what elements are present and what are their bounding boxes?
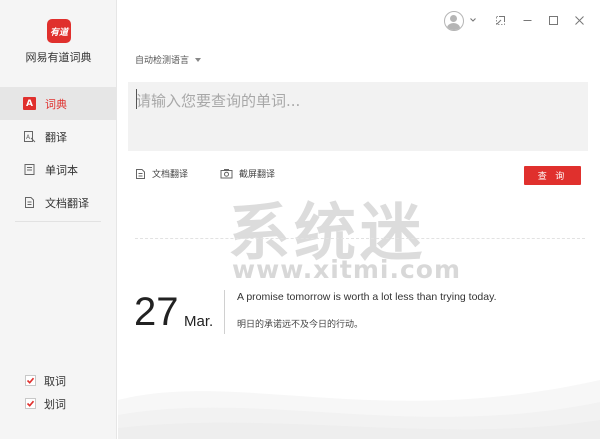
sidebar-item-wordbook[interactable]: 单词本 <box>0 153 117 186</box>
minimize-icon[interactable] <box>519 12 535 28</box>
watermark-url: www.xitmi.com <box>232 255 461 284</box>
sidebar-item-document[interactable]: 文档翻译 <box>0 186 117 219</box>
option-label: 划词 <box>44 397 66 411</box>
daily-day: 27 <box>134 290 179 334</box>
sidebar-item-label: 词典 <box>45 97 67 111</box>
daily-quote-en: A promise tomorrow is worth a lot less t… <box>237 291 497 303</box>
search-input[interactable] <box>128 82 588 151</box>
background-waves <box>118 340 600 439</box>
checkbox-select-word[interactable] <box>25 398 36 409</box>
query-button[interactable]: 查 询 <box>524 166 581 185</box>
chevron-down-icon[interactable] <box>465 12 481 28</box>
sidebar-item-label: 翻译 <box>45 130 67 144</box>
language-select[interactable]: 自动检测语言 <box>135 53 202 66</box>
option-select-word[interactable]: 划词 <box>25 392 66 415</box>
sidebar-item-label: 单词本 <box>45 163 78 177</box>
translate-icon: A <box>23 130 36 143</box>
sidebar-options: 取词 划词 <box>25 369 66 415</box>
sidebar: 有道 网易有道词典 A 词典 A 翻译 单词本 文档翻译 取词 划词 <box>0 0 117 439</box>
check-icon <box>26 377 35 384</box>
dictionary-icon: A <box>23 97 36 110</box>
camera-icon <box>220 169 233 179</box>
daily-month: Mar. <box>184 313 214 330</box>
screenshot-translate-label: 截屏翻译 <box>239 170 276 180</box>
daily-divider <box>224 290 225 334</box>
wordbook-icon <box>23 163 36 176</box>
app-logo: 有道 <box>47 19 71 43</box>
sidebar-item-translate[interactable]: A 翻译 <box>0 120 117 153</box>
svg-text:A: A <box>26 134 31 141</box>
option-label: 取词 <box>44 374 66 388</box>
sidebar-item-dictionary[interactable]: A 词典 <box>0 87 117 120</box>
sidebar-nav: A 词典 A 翻译 单词本 文档翻译 <box>0 87 117 219</box>
screenshot-translate-button[interactable]: 截屏翻译 <box>220 167 275 180</box>
checkbox-capture-word[interactable] <box>25 375 36 386</box>
avatar-icon[interactable] <box>444 11 464 31</box>
app-name: 网易有道词典 <box>25 51 92 64</box>
close-icon[interactable] <box>571 12 587 28</box>
document-icon <box>23 196 36 209</box>
sidebar-divider <box>15 221 101 222</box>
check-icon <box>26 400 35 407</box>
pin-icon[interactable] <box>492 12 508 28</box>
language-select-label: 自动检测语言 <box>135 56 190 66</box>
maximize-icon[interactable] <box>545 12 561 28</box>
dashed-divider <box>135 238 585 239</box>
sidebar-item-label: 文档翻译 <box>45 196 89 210</box>
caret-down-icon <box>195 57 202 62</box>
doc-translate-button[interactable]: 文档翻译 <box>135 167 188 180</box>
text-cursor <box>136 89 137 109</box>
document-icon <box>136 168 145 179</box>
doc-translate-label: 文档翻译 <box>152 170 189 180</box>
daily-quote-cn: 明日的承诺远不及今日的行动。 <box>237 320 364 330</box>
search-box <box>128 82 588 151</box>
option-capture-word[interactable]: 取词 <box>25 369 66 392</box>
